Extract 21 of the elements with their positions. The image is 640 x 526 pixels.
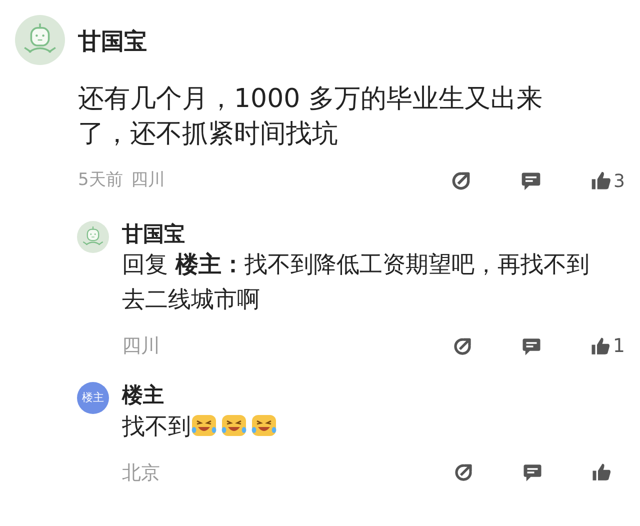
comment-text: 回复 楼主：找不到降低工资期望吧，再找不到去二线城市啊 [122, 250, 590, 315]
comment-location: 四川 [122, 334, 160, 359]
share-icon[interactable] [453, 462, 474, 484]
comment-icon[interactable] [522, 462, 543, 484]
thumbs-up-icon[interactable] [590, 336, 611, 357]
comment-text: 找不到 [122, 410, 592, 445]
username[interactable]: 甘国宝 [122, 220, 625, 248]
thumbs-up-icon[interactable] [591, 462, 612, 484]
username[interactable]: 楼主 [122, 382, 625, 410]
comment-icon[interactable] [520, 170, 542, 192]
username[interactable]: 甘国宝 [78, 25, 625, 60]
comment-location: 北京 [122, 460, 160, 486]
thumbs-up-icon[interactable] [590, 170, 612, 192]
share-icon[interactable] [450, 170, 472, 192]
like-count: 3 [614, 170, 625, 194]
comment-location: 四川 [130, 169, 165, 192]
comment-text: 还有几个月，1000 多万的毕业生又出来了，还不抓紧时间找坑 [78, 82, 544, 150]
share-icon[interactable] [452, 336, 473, 357]
comment-time: 5天前 [78, 169, 123, 192]
like-count: 1 [612, 334, 625, 359]
comment-icon[interactable] [520, 336, 542, 357]
